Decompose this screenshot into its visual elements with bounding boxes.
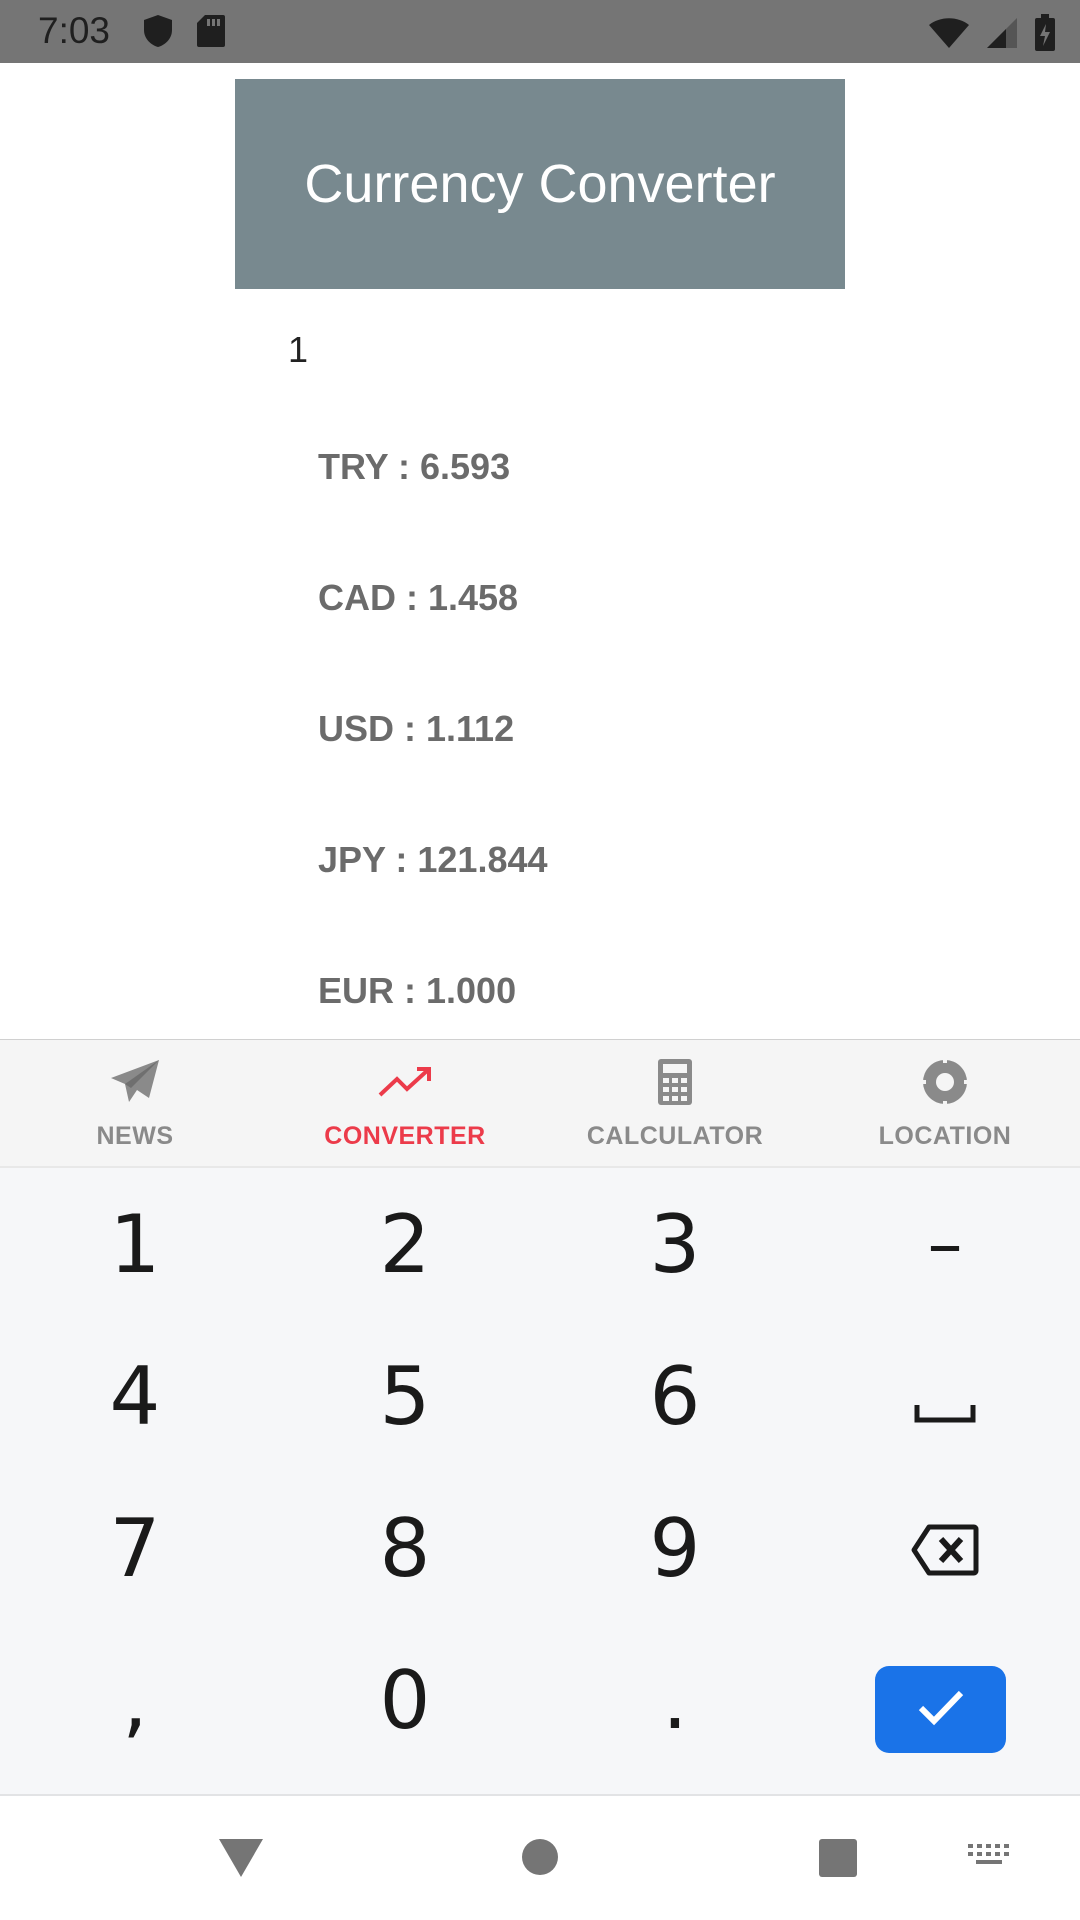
rate-try: TRY : 6.593: [318, 446, 511, 487]
nav-calculator[interactable]: CALCULATOR: [540, 1040, 810, 1166]
key-comma[interactable]: ,: [0, 1624, 270, 1776]
key-3[interactable]: 3: [540, 1168, 810, 1320]
amount-input[interactable]: [288, 326, 848, 374]
shield-icon: [142, 14, 174, 53]
recents-icon[interactable]: [818, 1838, 858, 1883]
page-title: Currency Converter: [304, 154, 776, 214]
trending-up-icon: [377, 1054, 433, 1110]
nav-calculator-label: CALCULATOR: [586, 1122, 764, 1150]
key-5[interactable]: 5: [270, 1320, 540, 1472]
location-target-icon: [917, 1054, 973, 1110]
nav-news-label: NEWS: [96, 1122, 174, 1150]
nav-news[interactable]: NEWS: [0, 1040, 270, 1166]
key-1[interactable]: 1: [0, 1168, 270, 1320]
app-title-banner: Currency Converter: [235, 79, 845, 289]
paper-plane-icon: [107, 1054, 163, 1110]
sd-card-icon: [196, 14, 226, 53]
enter-key[interactable]: [875, 1666, 1006, 1753]
key-6[interactable]: 6: [540, 1320, 810, 1472]
wifi-icon: [928, 17, 970, 54]
key-backspace[interactable]: [810, 1472, 1080, 1624]
space-icon: [914, 1350, 976, 1443]
signal-icon: [986, 17, 1018, 54]
status-bar: 7:03: [0, 0, 1080, 63]
key-4[interactable]: 4: [0, 1320, 270, 1472]
keyboard-switch-icon[interactable]: [968, 1844, 1010, 1875]
rate-eur: EUR : 1.000: [318, 970, 517, 1011]
numeric-keyboard: 1 2 3 – 4 5 6 7 8 9 , 0 .: [0, 1168, 1080, 1796]
backspace-icon: [911, 1502, 979, 1595]
key-2[interactable]: 2: [270, 1168, 540, 1320]
rate-cad: CAD : 1.458: [318, 577, 519, 618]
home-icon[interactable]: [521, 1838, 559, 1881]
key-0[interactable]: 0: [270, 1624, 540, 1776]
check-icon: [917, 1688, 965, 1731]
system-navigation-bar: [0, 1796, 1080, 1920]
key-space[interactable]: [810, 1320, 1080, 1472]
key-minus[interactable]: –: [810, 1168, 1080, 1320]
nav-converter[interactable]: CONVERTER: [270, 1040, 540, 1166]
nav-converter-label: CONVERTER: [324, 1122, 486, 1150]
key-9[interactable]: 9: [540, 1472, 810, 1624]
key-period[interactable]: .: [540, 1624, 810, 1776]
nav-location[interactable]: LOCATION: [810, 1040, 1080, 1166]
key-8[interactable]: 8: [270, 1472, 540, 1624]
rate-usd: USD : 1.112: [318, 708, 515, 749]
back-icon[interactable]: [218, 1838, 264, 1883]
calculator-icon: [647, 1054, 703, 1110]
bottom-navigation: NEWS CONVERTER CALCULATOR LOCATION: [0, 1039, 1080, 1168]
nav-location-label: LOCATION: [878, 1122, 1012, 1150]
key-7[interactable]: 7: [0, 1472, 270, 1624]
battery-charging-icon: [1034, 14, 1056, 57]
rate-jpy: JPY : 121.844: [318, 839, 548, 880]
status-time: 7:03: [38, 10, 111, 51]
